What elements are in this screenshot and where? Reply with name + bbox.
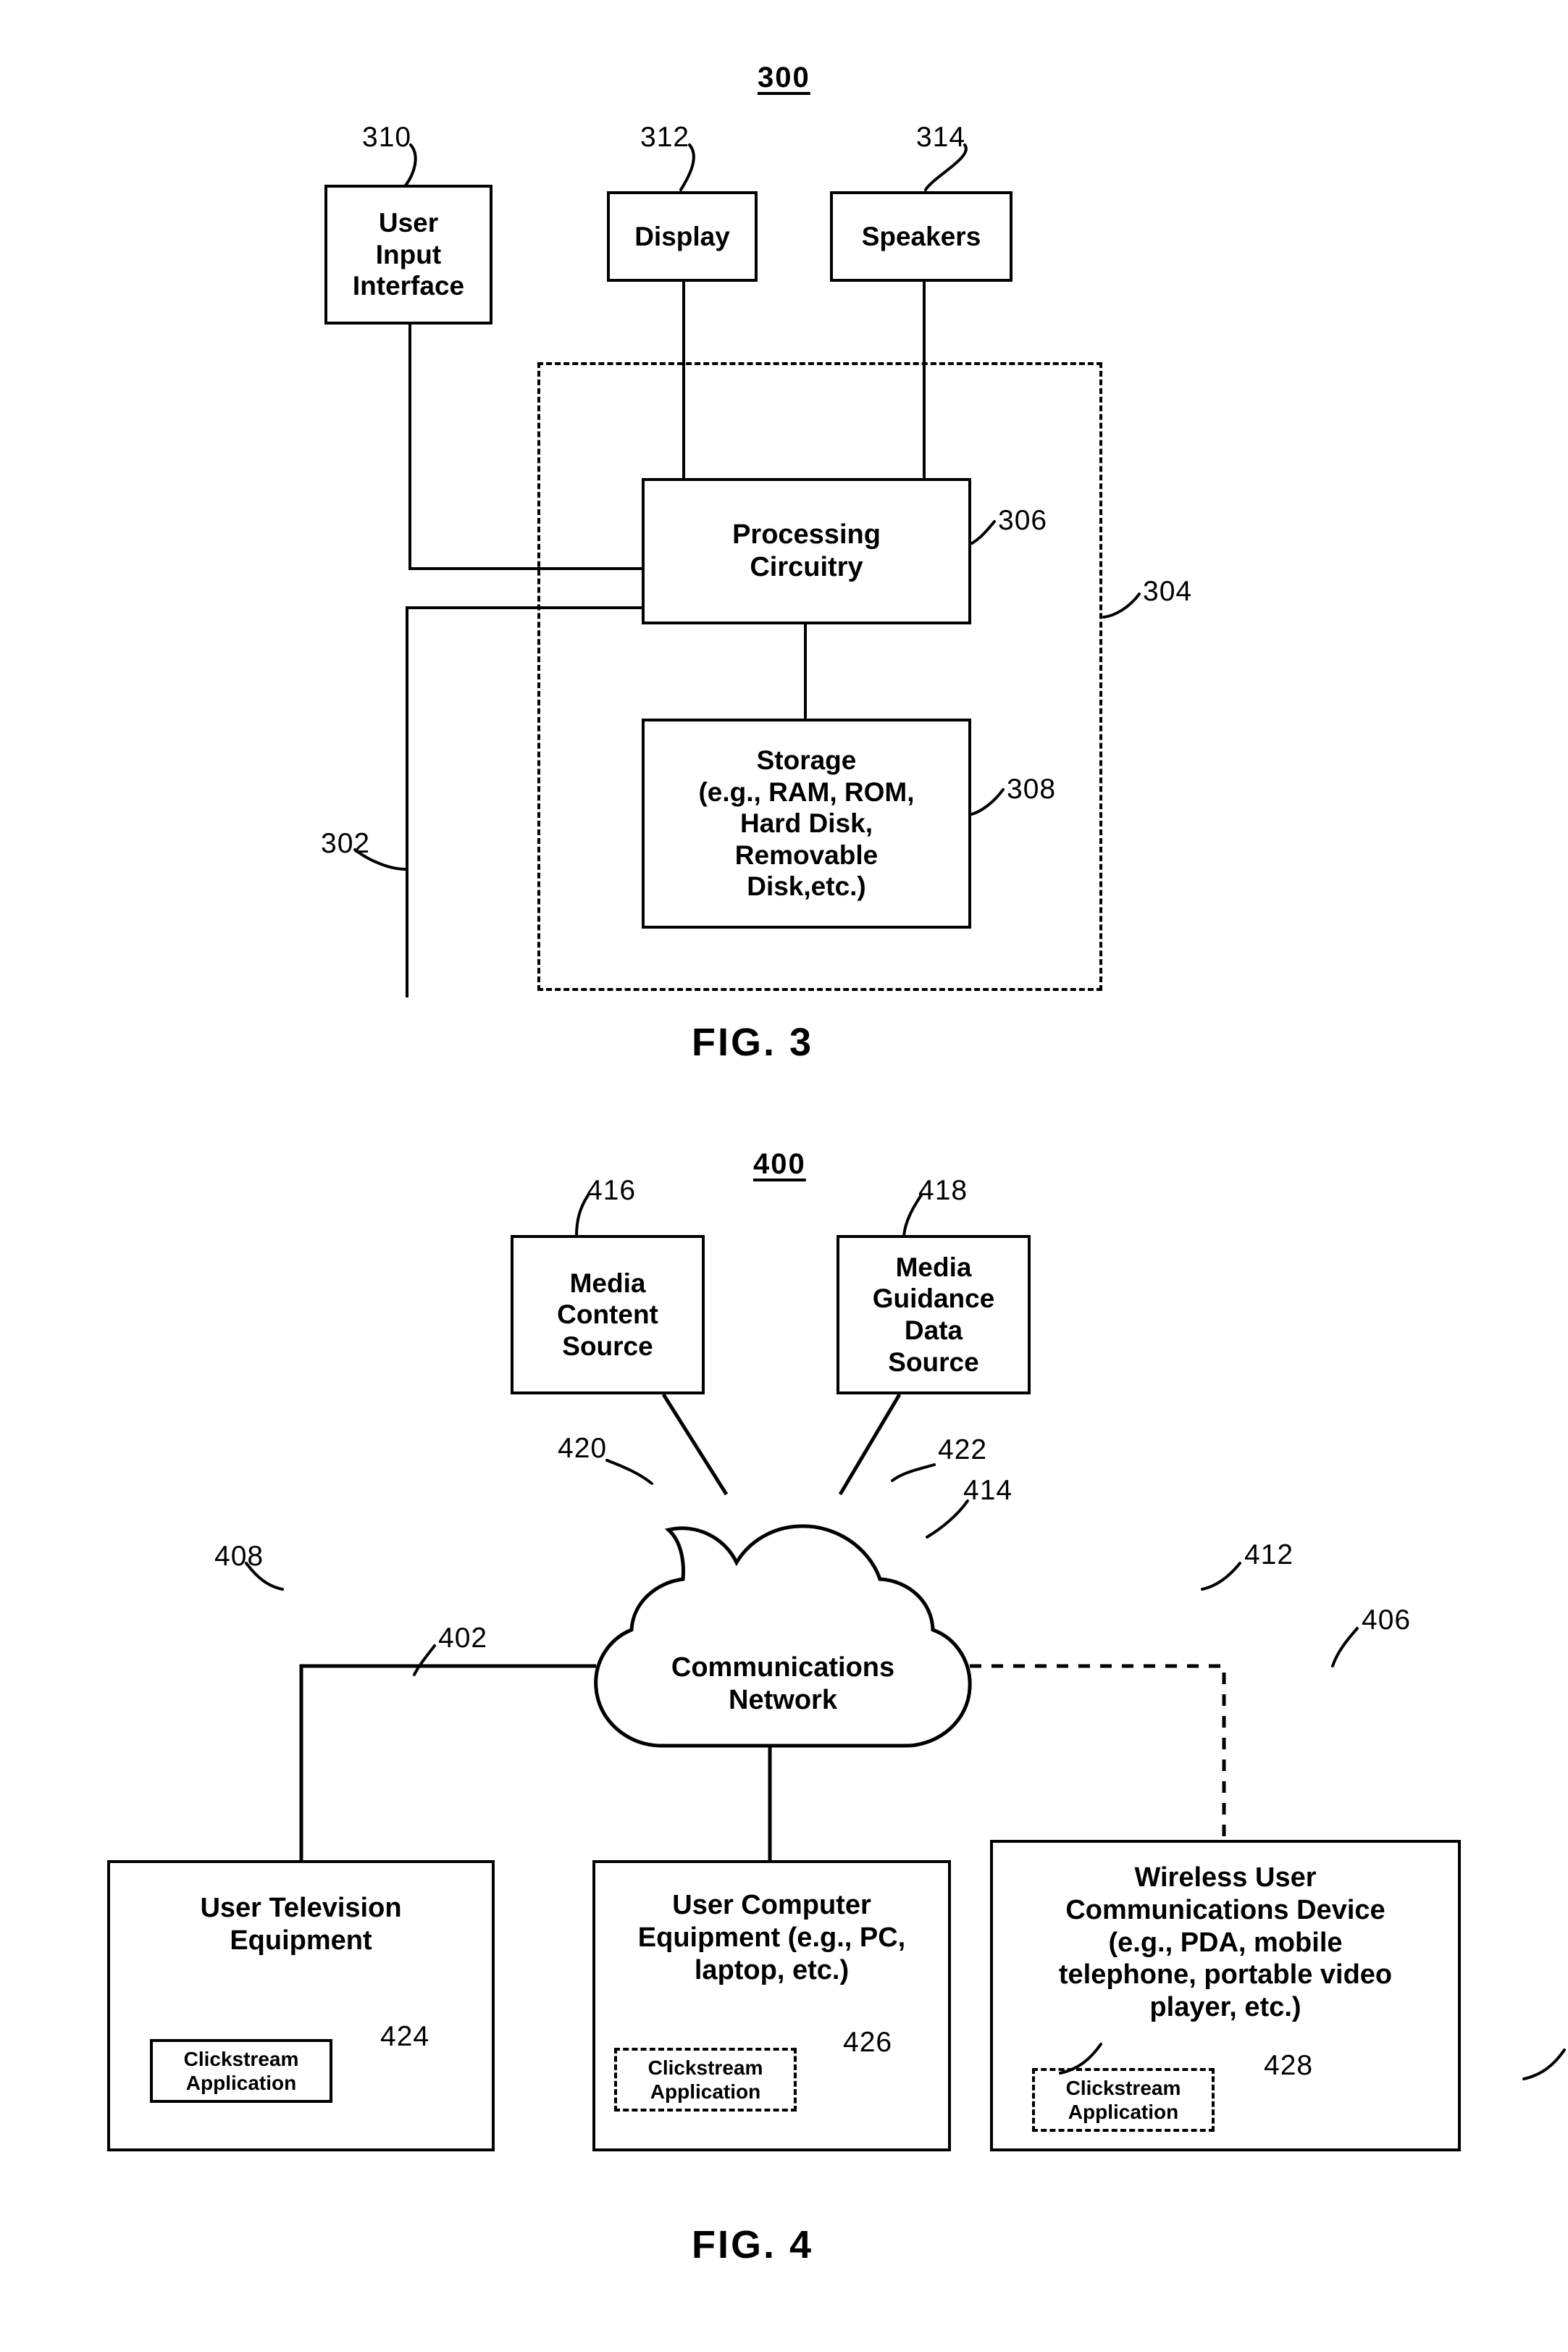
ref-306: 306 bbox=[998, 505, 1048, 536]
line-bus-302 bbox=[406, 606, 408, 997]
ref-308: 308 bbox=[1007, 774, 1057, 805]
box-processing-circuitry-label: Processing Circuitry bbox=[732, 519, 881, 582]
box-user-television-equipment[interactable]: User Television Equipment bbox=[107, 1860, 495, 2151]
box-clickstream-application-tv-label: Clickstream Application bbox=[183, 2047, 299, 2094]
box-media-guidance-data-source-label: Media Guidance Data Source bbox=[872, 1252, 995, 1377]
ref-304: 304 bbox=[1143, 576, 1193, 607]
ref-414: 414 bbox=[963, 1475, 1013, 1506]
figure-3-caption: FIG. 3 bbox=[692, 1021, 814, 1064]
ref-402: 402 bbox=[438, 1623, 488, 1654]
ref-302: 302 bbox=[321, 828, 371, 859]
ref-418: 418 bbox=[918, 1175, 968, 1206]
box-clickstream-application-tv[interactable]: Clickstream Application bbox=[150, 2039, 332, 2103]
ref-314: 314 bbox=[916, 122, 966, 153]
box-storage-label: Storage (e.g., RAM, ROM, Hard Disk, Remo… bbox=[698, 745, 915, 902]
communications-network-label: Communications Network bbox=[671, 1652, 895, 1715]
box-speakers-label: Speakers bbox=[861, 221, 981, 251]
box-wireless-user-communications-device-label: Wireless User Communications Device (e.g… bbox=[1058, 1862, 1393, 2023]
patent-drawing-sheet: 300 310 312 314 User Input Interface Dis… bbox=[0, 0, 1568, 2352]
figure-4-caption: FIG. 4 bbox=[692, 2223, 814, 2267]
line-bus-to-processing bbox=[406, 606, 642, 609]
ref-426: 426 bbox=[843, 2027, 893, 2058]
box-media-content-source[interactable]: Media Content Source bbox=[511, 1235, 705, 1394]
figure-4-number: 400 bbox=[753, 1148, 806, 1180]
ref-312: 312 bbox=[640, 122, 690, 153]
box-user-computer-equipment-label: User Computer Equipment (e.g., PC, lapto… bbox=[637, 1890, 906, 1985]
ref-422: 422 bbox=[938, 1434, 988, 1465]
box-user-television-equipment-label: User Television Equipment bbox=[200, 1893, 402, 1956]
box-storage[interactable]: Storage (e.g., RAM, ROM, Hard Disk, Remo… bbox=[642, 719, 971, 929]
line-speakers-to-processing bbox=[923, 282, 926, 478]
ref-424: 424 bbox=[380, 2021, 430, 2052]
box-user-input-interface-label: User Input Interface bbox=[352, 208, 465, 301]
box-media-content-source-label: Media Content Source bbox=[557, 1268, 658, 1361]
communications-network-label-wrap: Communications Network bbox=[596, 1633, 970, 1735]
box-clickstream-application-wireless[interactable]: Clickstream Application bbox=[1032, 2068, 1215, 2132]
figure-3-number: 300 bbox=[758, 62, 810, 93]
line-uii-down bbox=[408, 325, 411, 567]
box-speakers[interactable]: Speakers bbox=[830, 191, 1013, 282]
box-clickstream-application-pc[interactable]: Clickstream Application bbox=[614, 2048, 797, 2112]
ref-416: 416 bbox=[587, 1175, 637, 1206]
ref-428: 428 bbox=[1264, 2050, 1314, 2081]
line-processing-to-storage bbox=[804, 624, 807, 719]
box-media-guidance-data-source[interactable]: Media Guidance Data Source bbox=[837, 1235, 1031, 1394]
ref-412: 412 bbox=[1244, 1539, 1294, 1570]
figure-3: 300 310 312 314 User Input Interface Dis… bbox=[0, 0, 1568, 1087]
box-clickstream-application-wireless-label: Clickstream Application bbox=[1065, 2076, 1181, 2123]
ref-406: 406 bbox=[1362, 1604, 1412, 1636]
line-uii-to-processing bbox=[408, 567, 642, 570]
line-display-to-processing bbox=[682, 282, 685, 478]
ref-310: 310 bbox=[362, 122, 412, 153]
box-display[interactable]: Display bbox=[607, 191, 758, 282]
box-processing-circuitry[interactable]: Processing Circuitry bbox=[642, 478, 971, 624]
box-clickstream-application-pc-label: Clickstream Application bbox=[647, 2056, 763, 2103]
box-display-label: Display bbox=[634, 221, 730, 251]
ref-420: 420 bbox=[558, 1433, 608, 1464]
box-user-input-interface[interactable]: User Input Interface bbox=[324, 185, 492, 325]
ref-408: 408 bbox=[214, 1541, 264, 1572]
